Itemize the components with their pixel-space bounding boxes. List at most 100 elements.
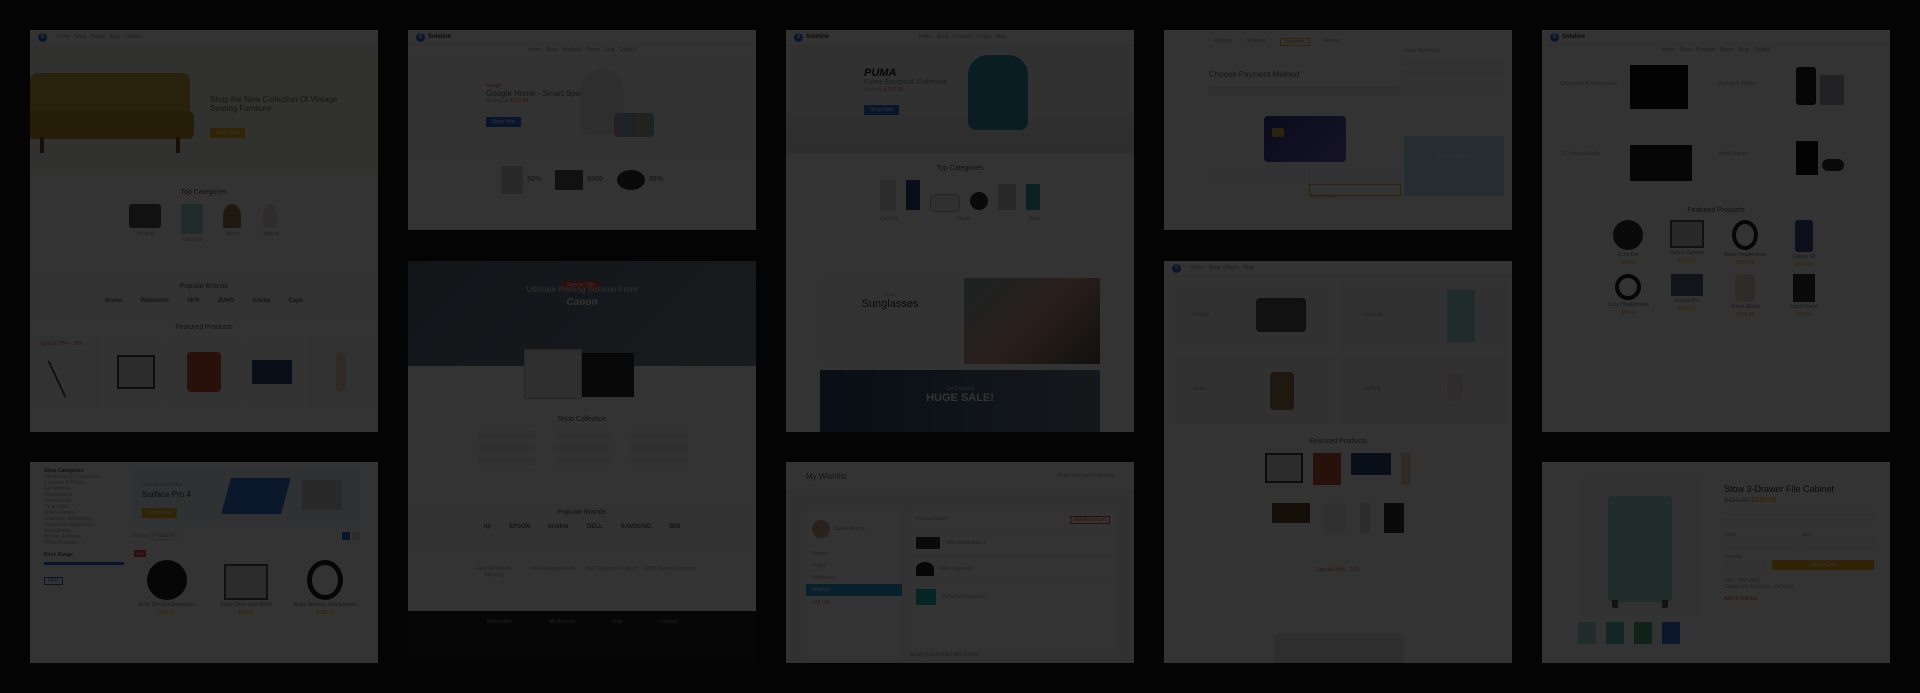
card-number-field[interactable] (1209, 170, 1301, 182)
brand-logo[interactable]: Weinstein (141, 298, 169, 304)
brand-logo[interactable]: EPSON (509, 524, 530, 530)
quantity-stepper[interactable] (1724, 560, 1766, 571)
screenshot-tile-electronics-catalog[interactable]: S Soleline Home · Shop · Products · Pages… (1542, 30, 1890, 432)
category-label[interactable]: Shoes (956, 216, 970, 222)
screenshot-tile-electronics-home[interactable]: S Soleline Home · Shop · Products · Pages… (408, 30, 756, 230)
category-card[interactable]: Phones & Tablets (1718, 61, 1872, 127)
product-card[interactable]: Sale Echo Dot 2nd Generation $49.99 (132, 550, 202, 616)
wishlist-row[interactable]: Nike Revolution 4 (910, 530, 1116, 555)
main-nav[interactable]: Home · Shop · Products · Pages · Blog · … (408, 45, 756, 55)
category-card[interactable]: Lighting (1341, 356, 1506, 424)
brand-logo[interactable]: Cape (288, 298, 303, 304)
site-header[interactable]: S Home · Shop · Pages · Blog (1164, 261, 1512, 276)
nav-links[interactable]: Home · Shop · Products · Pages · Blog (919, 34, 1006, 40)
step-tab-active[interactable]: Payment (1279, 38, 1310, 46)
screenshot-tile-product-detail[interactable]: Stow 3-Drawer File Cabinet $450.00 $230.… (1542, 462, 1890, 663)
product-card[interactable]: Beats Wireless Headphones $199.99 (290, 550, 360, 616)
brand-logo[interactable]: IBM (669, 524, 680, 530)
category-lighting[interactable]: Lighting (261, 204, 279, 243)
thumbnail[interactable] (1662, 622, 1680, 644)
category-card[interactable]: TV, Video & Audio (1560, 131, 1714, 197)
product-card[interactable] (241, 337, 304, 407)
thumbnail[interactable] (1634, 622, 1652, 644)
brand-logo[interactable]: hp (484, 524, 491, 530)
list-view-icon[interactable] (352, 532, 360, 540)
screenshot-tile-category-listing[interactable]: Shop Categories Electronics & Computers … (30, 462, 378, 663)
menu-item-addresses[interactable]: Addresses (806, 572, 902, 584)
site-logo[interactable]: S (38, 32, 47, 42)
product-card[interactable] (309, 337, 373, 407)
product-thumb[interactable] (1351, 453, 1391, 475)
product-card[interactable]: Tripod Stand $29.99 (1778, 274, 1831, 318)
nav-links[interactable]: Home · Shop · Pages · Blog · Contact (57, 34, 141, 40)
step-tab[interactable]: Review (1324, 38, 1340, 46)
menu-item-orders[interactable]: Orders (806, 548, 902, 560)
thumbnail[interactable] (1606, 622, 1624, 644)
promo-card[interactable]: 30% (616, 166, 663, 194)
category-card[interactable]: Tables (1170, 356, 1335, 424)
product-thumb[interactable] (1324, 503, 1346, 533)
ad-button[interactable]: Shop Now (142, 508, 178, 518)
brand-logo[interactable]: VKR (187, 298, 200, 304)
product-thumb[interactable] (1265, 453, 1303, 483)
category-card[interactable]: Seating (1170, 282, 1335, 350)
menu-item-logout[interactable]: Log Out (806, 596, 902, 608)
screenshot-tile-fashion-home[interactable]: S Soleline Home · Shop · Products · Pages… (786, 30, 1134, 432)
screenshot-tile-wishlist[interactable]: My Wishlist Home / Account / Wishlist Da… (786, 462, 1134, 663)
category-card[interactable]: Cabinets (1341, 282, 1506, 350)
add-all-button[interactable]: Add All to Cart (1070, 516, 1110, 524)
category-tables[interactable]: Tables (223, 204, 242, 243)
menu-item-wishlist[interactable]: Wishlist (806, 584, 902, 596)
step-tab[interactable]: Shipping (1246, 38, 1265, 46)
size-select[interactable] (1802, 538, 1874, 549)
step-tab[interactable]: Address (1214, 38, 1232, 46)
product-thumb[interactable] (1360, 503, 1370, 533)
brand-logo[interactable]: SAMSUNG (621, 524, 652, 530)
screenshot-tile-printer-home[interactable]: Special Offer Ultimate Printing Solution… (408, 261, 756, 663)
price-slider[interactable] (44, 562, 124, 565)
category-label[interactable]: Clothing (880, 216, 898, 222)
promo-banner[interactable]: Limited Time Offer Surface Pro 4 Shop No… (132, 468, 360, 526)
product-card[interactable]: Beats Headphones $249.99 (1719, 220, 1772, 268)
thumbnail[interactable] (1578, 622, 1596, 644)
product-card[interactable] (104, 337, 167, 407)
grid-view-icon[interactable] (342, 532, 350, 540)
product-card[interactable]: Galaxy S8 $599.99 (1778, 220, 1831, 268)
place-order-button[interactable]: Place Order (1309, 184, 1401, 200)
category-label[interactable]: Bags (1029, 216, 1040, 222)
wishlist-row[interactable]: Herschel Backpack (910, 582, 1116, 611)
brand-logo[interactable]: brother (548, 524, 569, 530)
screenshot-tile-checkout[interactable]: Address Shipping Payment Review Choose P… (1164, 30, 1512, 230)
product-thumb[interactable] (1384, 503, 1404, 533)
promo-card[interactable]: $900 (555, 166, 603, 194)
product-card[interactable]: Smart Watch $299.99 (1719, 274, 1772, 318)
menu-item-profile[interactable]: Profile (806, 560, 902, 572)
promo-ad[interactable]: Lenovo Athena (1404, 136, 1504, 196)
payment-method-select[interactable] (1209, 86, 1399, 96)
filter-button[interactable]: Filter (44, 577, 64, 585)
site-logo[interactable]: S Soleline (794, 32, 829, 42)
add-to-cart-button[interactable]: Add to Cart (1772, 560, 1874, 571)
wishlist-button[interactable]: Add to Wishlist (1724, 596, 1874, 602)
product-card[interactable]: Echo Dot $39.99 (1602, 220, 1655, 268)
product-thumb[interactable] (1313, 453, 1341, 485)
sidebar-item[interactable]: Office Products (44, 540, 124, 546)
brand-logo[interactable]: JUNO (217, 298, 234, 304)
product-card[interactable]: Sony Headphones $89.99 (1602, 274, 1655, 318)
offer-card[interactable]: Special Offer - 20% (36, 337, 99, 407)
wishlist-row[interactable]: Nike Cap Logo (910, 555, 1116, 582)
screenshot-tile-furniture-shop[interactable]: S Home · Shop · Pages · Blog Seating Cab… (1164, 261, 1512, 663)
color-select[interactable] (1724, 538, 1796, 549)
product-card[interactable]: Sony Cyber-shot W800 $89.99 (211, 550, 281, 616)
product-card[interactable] (172, 337, 236, 407)
brand-logo[interactable]: Anima (252, 298, 270, 304)
brand-logo[interactable]: Bruno (105, 298, 123, 304)
card-name-field[interactable] (1309, 170, 1401, 182)
product-card[interactable]: Canon Camera $199.99 (1661, 220, 1714, 268)
screenshot-tile-furniture-home[interactable]: S Home · Shop · Pages · Blog · Contact S… (30, 30, 378, 432)
category-cabinets[interactable]: Cabinets (181, 204, 204, 243)
promo-card[interactable]: 50% (501, 166, 541, 194)
category-card[interactable]: Computers & Accessories (1560, 61, 1714, 127)
brand-logo[interactable]: DELL (587, 524, 603, 530)
hero-shop-button[interactable]: Shop Now (486, 117, 522, 127)
